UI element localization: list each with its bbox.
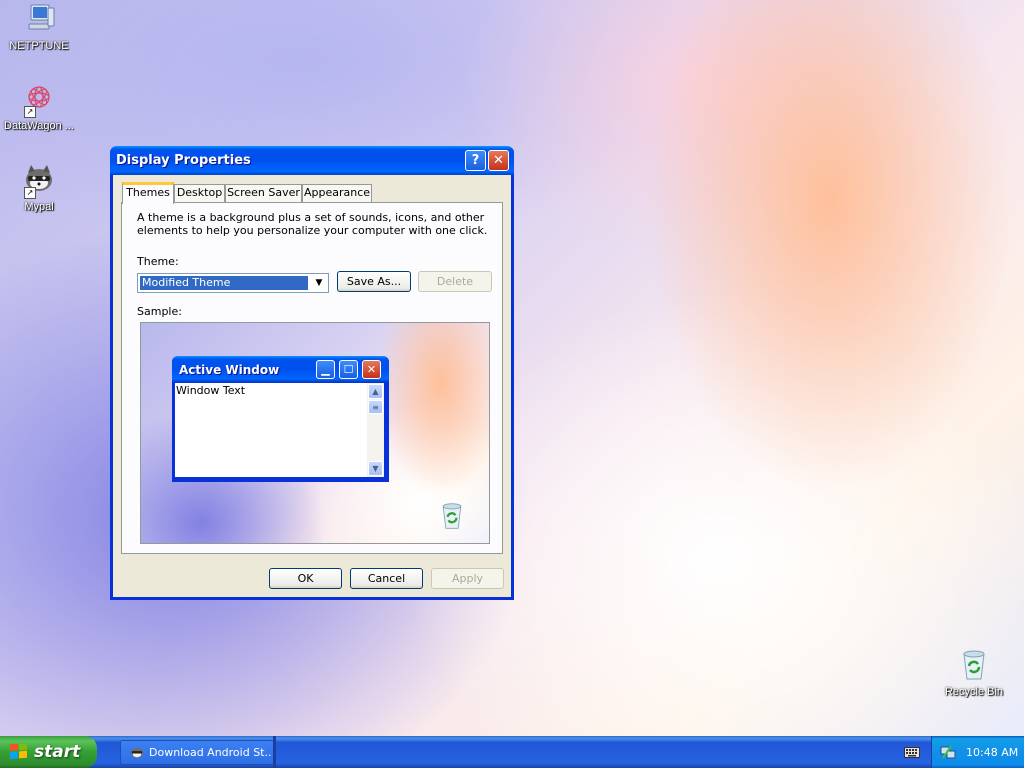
sample-window-text: Window Text xyxy=(176,384,246,397)
tab-desktop[interactable]: Desktop xyxy=(174,184,225,202)
delete-button[interactable]: Delete xyxy=(418,271,492,292)
dialog-title: Display Properties xyxy=(116,153,251,168)
sample-active-window: Active Window ▁ ☐ ✕ Window Text ▲ ≡ ▼ xyxy=(172,356,389,482)
desktop-icon-label: NETPTUNE xyxy=(9,40,69,52)
tab-themes[interactable]: Themes xyxy=(122,182,174,204)
scroll-thumb: ≡ xyxy=(368,400,383,414)
mypal-icon: ↗ xyxy=(22,163,56,199)
maximize-icon: ☐ xyxy=(339,360,358,379)
apply-button[interactable]: Apply xyxy=(431,568,504,589)
theme-dropdown-value: Modified Theme xyxy=(139,275,309,291)
desktop-icon-recycle-bin[interactable]: Recycle Bin xyxy=(936,648,1012,698)
desktop-icon-datawagon[interactable]: ↗ DataWagon ... xyxy=(1,82,77,132)
theme-sample-preview: Active Window ▁ ☐ ✕ Window Text ▲ ≡ ▼ xyxy=(140,322,490,544)
close-icon: ✕ xyxy=(362,360,381,379)
sample-window-titlebar: Active Window ▁ ☐ ✕ xyxy=(172,356,389,382)
keyboard-icon[interactable] xyxy=(904,745,920,759)
taskbar: start Download Android St... 10:48 AM xyxy=(0,736,1024,768)
desktop-icon-netptune[interactable]: NETPTUNE xyxy=(1,2,77,52)
start-button[interactable]: start xyxy=(0,736,97,768)
taskbar-item-download[interactable]: Download Android St... xyxy=(120,740,275,765)
mypal-icon xyxy=(129,745,145,761)
sample-window-title: Active Window xyxy=(179,363,280,377)
desktop: NETPTUNE ↗ DataWagon ... ↗ Mypal Recycle… xyxy=(0,0,1024,736)
taskbar-separator xyxy=(273,736,276,768)
theme-label: Theme: xyxy=(137,255,179,268)
sample-scrollbar: ▲ ≡ ▼ xyxy=(367,383,384,477)
windows-logo-icon xyxy=(10,742,28,760)
desktop-icon-mypal[interactable]: ↗ Mypal xyxy=(1,163,77,213)
themes-tab-panel: A theme is a background plus a set of so… xyxy=(121,202,503,554)
tab-appearance[interactable]: Appearance xyxy=(302,184,372,202)
recycle-bin-icon xyxy=(957,648,991,682)
sample-label: Sample: xyxy=(137,305,182,318)
theme-description: A theme is a background plus a set of so… xyxy=(137,211,488,237)
shortcut-arrow-icon: ↗ xyxy=(24,106,36,118)
tab-screen-saver[interactable]: Screen Saver xyxy=(225,184,302,202)
computer-icon xyxy=(22,2,56,36)
cancel-button[interactable]: Cancel xyxy=(350,568,423,589)
desktop-icon-label: Recycle Bin xyxy=(944,686,1004,698)
start-label: start xyxy=(34,742,81,762)
help-button[interactable]: ? xyxy=(465,150,486,171)
desktop-icon-label: DataWagon ... xyxy=(4,120,74,132)
taskbar-item-label: Download Android St... xyxy=(149,746,271,759)
desktop-icon-label: Mypal xyxy=(24,201,54,213)
system-tray: 10:48 AM xyxy=(931,736,1024,768)
minimize-icon: ▁ xyxy=(316,360,335,379)
dialog-titlebar[interactable]: Display Properties ? ✕ xyxy=(110,146,514,175)
recycle-bin-icon xyxy=(437,501,467,531)
theme-dropdown[interactable]: Modified Theme ▼ xyxy=(137,273,329,293)
shortcut-arrow-icon: ↗ xyxy=(24,187,36,199)
display-properties-dialog: Display Properties ? ✕ Themes Desktop Sc… xyxy=(110,146,514,600)
scroll-down-icon: ▼ xyxy=(368,461,383,476)
save-as-button[interactable]: Save As... xyxy=(337,271,411,292)
ok-button[interactable]: OK xyxy=(269,568,342,589)
datawagon-icon: ↗ xyxy=(22,82,56,118)
scroll-up-icon: ▲ xyxy=(368,384,383,399)
close-button[interactable]: ✕ xyxy=(488,150,509,171)
clock[interactable]: 10:48 AM xyxy=(966,746,1018,759)
chevron-down-icon[interactable]: ▼ xyxy=(311,275,327,291)
network-icon[interactable] xyxy=(940,744,956,760)
sample-window-body: Window Text xyxy=(175,383,367,477)
